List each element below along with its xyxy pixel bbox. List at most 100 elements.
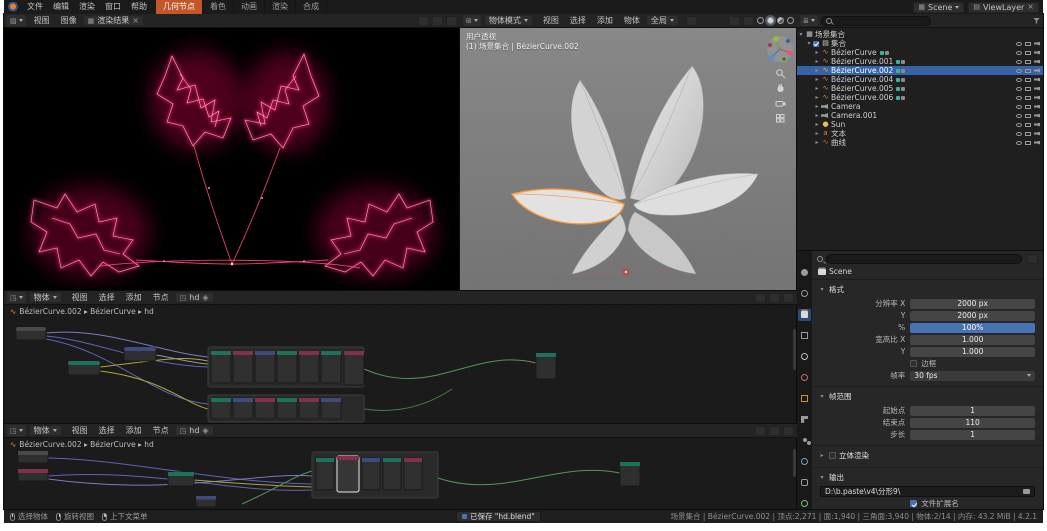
resolution-y-field[interactable]: 2000 px — [910, 310, 1035, 321]
viewport-disable-icon[interactable] — [1025, 77, 1031, 82]
menu-select[interactable]: 选择 — [94, 291, 120, 305]
border-checkbox[interactable] — [910, 360, 918, 367]
blender-logo-icon[interactable] — [7, 2, 19, 12]
outliner-search-input[interactable] — [820, 15, 931, 26]
props-tab-render-icon[interactable] — [798, 288, 811, 300]
shading-wireframe-icon[interactable] — [757, 17, 764, 24]
image-datablock[interactable]: ▦ 渲染结果 × — [82, 15, 144, 26]
overlays-icon[interactable] — [783, 425, 794, 436]
props-tab-tool-icon[interactable] — [798, 267, 811, 279]
overlays-icon[interactable] — [783, 292, 794, 303]
editor-type-image-icon[interactable]: ▨ — [7, 15, 26, 26]
outliner-row-curve[interactable]: ▸ ∿ 曲线 — [797, 138, 1043, 147]
menu-add[interactable]: 添加 — [121, 424, 147, 438]
hide-eye-icon[interactable] — [1016, 41, 1022, 46]
render-disable-icon[interactable] — [1034, 104, 1040, 109]
expand-arrow[interactable]: ▾ — [805, 40, 813, 47]
props-tab-scene-icon[interactable] — [798, 351, 811, 363]
camera-view-icon[interactable] — [775, 98, 786, 109]
menu-edit[interactable]: 编辑 — [48, 0, 74, 14]
props-tab-particles-icon[interactable] — [798, 434, 811, 446]
viewport-canvas[interactable]: 用户透视 (1) 场景集合 | BézierCurve.002 — [460, 28, 797, 291]
frame-rate-dropdown[interactable]: 30 fps — [910, 370, 1035, 381]
menu-add[interactable]: 添加 — [121, 291, 147, 305]
output-path-field[interactable]: D:\b.paste\v4\分形9\ — [820, 486, 1035, 497]
props-tab-object-data-icon[interactable] — [798, 497, 811, 509]
pan-hand-icon[interactable] — [775, 83, 786, 94]
aspect-y-field[interactable]: 1.000 — [910, 346, 1035, 357]
expand-arrow[interactable]: ▸ — [813, 67, 821, 74]
viewport-disable-icon[interactable] — [1025, 122, 1031, 127]
props-tab-output-icon[interactable] — [798, 308, 811, 321]
navigation-gizmo[interactable] — [765, 34, 795, 64]
expand-arrow[interactable]: ▸ — [813, 103, 821, 110]
close-icon[interactable]: × — [1027, 3, 1034, 11]
workspace-tab-rendering[interactable]: 渲染 — [265, 0, 296, 14]
menu-select[interactable]: 选择 — [94, 424, 120, 438]
stereoscopy-checkbox[interactable] — [829, 452, 836, 459]
editor-type-outliner-icon[interactable]: ≣ — [800, 15, 818, 26]
render-disable-icon[interactable] — [1034, 50, 1040, 55]
saved-notification[interactable]: 已保存 "hd.blend" — [456, 511, 541, 522]
render-disable-icon[interactable] — [1034, 86, 1040, 91]
menu-object[interactable]: 物体 — [619, 14, 645, 28]
menu-view[interactable]: 视图 — [29, 14, 55, 28]
expand-arrow[interactable]: ▸ — [813, 139, 821, 146]
expand-arrow[interactable]: ▸ — [813, 130, 821, 137]
expand-arrow[interactable]: ▸ — [813, 112, 821, 119]
scene-selector[interactable]: ▦ Scene — [913, 1, 965, 13]
render-disable-icon[interactable] — [1034, 113, 1040, 118]
menu-image[interactable]: 图像 — [56, 14, 82, 28]
workspace-tab-shading[interactable]: 着色 — [203, 0, 234, 14]
resolution-percent-slider[interactable]: 100% — [910, 322, 1035, 333]
shading-rendered-icon[interactable] — [787, 17, 794, 24]
render-disable-icon[interactable] — [1034, 140, 1040, 145]
hide-eye-icon[interactable] — [1016, 68, 1022, 73]
aspect-x-field[interactable]: 1.000 — [910, 334, 1035, 345]
node-tree-datablock[interactable]: ◳ hd ◈ — [174, 292, 214, 303]
menu-node[interactable]: 节点 — [148, 424, 174, 438]
expand-arrow[interactable]: ▸ — [813, 76, 821, 83]
render-disable-icon[interactable] — [1034, 41, 1040, 46]
frame-step-field[interactable]: 1 — [910, 429, 1035, 440]
hide-eye-icon[interactable] — [1016, 131, 1022, 136]
outliner-row-collection[interactable]: ▾ ▤ 集合 — [797, 39, 1043, 48]
fake-user-shield-icon[interactable]: ◈ — [202, 293, 208, 302]
hide-eye-icon[interactable] — [1016, 95, 1022, 100]
xray-icon[interactable] — [743, 15, 754, 26]
outliner-row-bezier-curve-005[interactable]: ▸ ∿ BézierCurve.005 — [797, 84, 1043, 93]
transform-orientation[interactable]: 全局 — [645, 15, 679, 26]
props-tab-world-icon[interactable] — [798, 372, 811, 384]
expand-arrow[interactable]: ▸ — [813, 94, 821, 101]
menu-view[interactable]: 视图 — [67, 424, 93, 438]
hide-eye-icon[interactable] — [1016, 122, 1022, 127]
ortho-grid-icon[interactable] — [775, 113, 786, 124]
outliner-row-bezier-curve-001[interactable]: ▸ ∿ BézierCurve.001 — [797, 57, 1043, 66]
pin-icon[interactable] — [432, 15, 443, 26]
viewport-disable-icon[interactable] — [1025, 50, 1031, 55]
frame-start-field[interactable]: 1 — [910, 405, 1035, 416]
options-icon[interactable] — [446, 15, 457, 26]
unlink-icon[interactable]: × — [132, 16, 139, 25]
section-format-header[interactable]: ▾ 格式 — [812, 282, 1043, 297]
hide-eye-icon[interactable] — [1016, 77, 1022, 82]
collection-checkbox[interactable] — [813, 40, 819, 47]
menu-add[interactable]: 添加 — [592, 14, 618, 28]
expand-arrow[interactable]: ▸ — [813, 85, 821, 92]
channels-icon[interactable] — [418, 15, 429, 26]
workspace-tab-geometry-nodes[interactable]: 几何节点 — [156, 0, 203, 14]
node-mode-selector[interactable]: 物体 — [28, 425, 62, 436]
outliner-row-bezier-curve[interactable]: ▸ ∿ BézierCurve — [797, 48, 1043, 57]
editor-type-node-icon[interactable]: ◳ — [7, 292, 26, 303]
viewport-disable-icon[interactable] — [1025, 95, 1031, 100]
node-tree-datablock[interactable]: ◳ hd ◈ — [174, 425, 214, 436]
outliner-row-bezier-curve-004[interactable]: ▸ ∿ BézierCurve.004 — [797, 75, 1043, 84]
menu-view[interactable]: 视图 — [538, 14, 564, 28]
editor-type-node-icon[interactable]: ◳ — [7, 425, 26, 436]
expand-arrow[interactable]: ▸ — [813, 121, 821, 128]
hide-eye-icon[interactable] — [1016, 59, 1022, 64]
menu-view[interactable]: 视图 — [67, 291, 93, 305]
props-tab-modifiers-icon[interactable] — [798, 413, 811, 425]
render-disable-icon[interactable] — [1034, 59, 1040, 64]
zoom-icon[interactable] — [775, 68, 786, 79]
